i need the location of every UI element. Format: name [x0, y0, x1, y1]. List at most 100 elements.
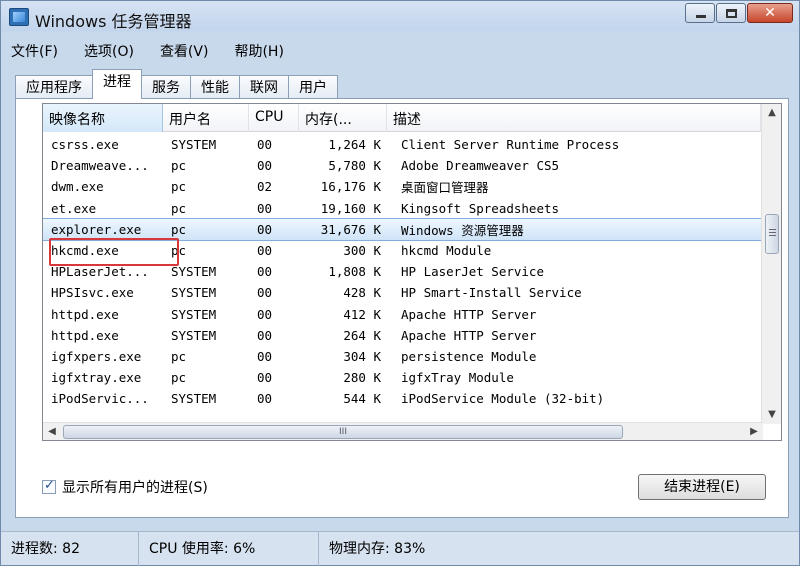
horizontal-scroll-thumb[interactable]: III [63, 425, 623, 439]
cell-description: Kingsoft Spreadsheets [401, 200, 560, 216]
show-all-users-option[interactable]: 显示所有用户的进程(S) [42, 477, 208, 497]
table-row[interactable]: iPodServic... SYSTEM 00 544 K iPodService Mo… [43, 388, 761, 409]
task-manager-window: Windows 任务管理器 ✕ 文件(F) 选项(O) 查看(V) 帮助(H) … [0, 0, 800, 566]
scroll-right-arrow-icon[interactable]: ▶ [745, 423, 763, 440]
maximize-icon [726, 9, 737, 18]
cell-description: igfxTray Module [401, 370, 514, 386]
cell-cpu: 00 [257, 264, 273, 280]
table-row[interactable]: igfxpers.exe pc 00 304 K persistence Module [43, 346, 761, 367]
tab-strip: 应用程序 进程 服务 性能 联网 用户 [15, 69, 338, 99]
cell-user-name: pc [171, 348, 187, 364]
cell-memory: 300 K [343, 243, 381, 259]
cell-description: Apache HTTP Server [401, 306, 537, 322]
task-manager-icon [9, 8, 29, 26]
cell-user-name: SYSTEM [171, 285, 217, 301]
table-row[interactable]: httpd.exe SYSTEM 00 412 K Apache HTTP Server [43, 304, 761, 325]
cell-user-name: SYSTEM [171, 327, 217, 343]
cell-description: persistence Module [401, 348, 537, 364]
cell-user-name: pc [171, 158, 187, 174]
status-cpu-usage: CPU 使用率: 6% [139, 531, 319, 566]
cell-image-name: Dreamweave... [51, 158, 149, 174]
scroll-down-arrow-icon[interactable]: ▼ [762, 406, 781, 424]
minimize-icon [696, 15, 706, 18]
tab-performance[interactable]: 性能 [190, 75, 240, 99]
process-rows: csrss.exe SYSTEM 00 1,264 K Client Server Ru… [43, 134, 762, 409]
cell-cpu: 00 [257, 137, 273, 153]
tab-networking[interactable]: 联网 [239, 75, 289, 99]
menu-options[interactable]: 选项(O) [80, 39, 138, 61]
cell-memory: 16,176 K [320, 179, 381, 195]
cell-cpu: 00 [257, 348, 273, 364]
cell-user-name: pc [171, 221, 187, 237]
status-physical-memory: 物理内存: 83% [329, 540, 426, 557]
table-row[interactable]: dwm.exe pc 02 16,176 K 桌面窗口管理器 [43, 176, 761, 197]
cell-cpu: 00 [257, 327, 273, 343]
cell-description: Windows 资源管理器 [401, 222, 524, 238]
scroll-left-arrow-icon[interactable]: ◀ [43, 423, 61, 440]
table-row[interactable]: HPSIsvc.exe SYSTEM 00 428 K HP Smart-Install… [43, 282, 761, 303]
cell-image-name: httpd.exe [51, 327, 119, 343]
cell-memory: 19,160 K [320, 200, 381, 216]
cell-image-name: et.exe [51, 200, 97, 216]
tab-services[interactable]: 服务 [141, 75, 191, 99]
cell-image-name: dwm.exe [51, 179, 104, 195]
cell-cpu: 00 [257, 200, 273, 216]
cell-cpu: 00 [257, 243, 273, 259]
show-all-users-label: 显示所有用户的进程(S) [62, 480, 208, 496]
cell-user-name: pc [171, 179, 187, 195]
table-row[interactable]: httpd.exe SYSTEM 00 264 K Apache HTTP Server [43, 325, 761, 346]
menu-help[interactable]: 帮助(H) [230, 39, 287, 61]
minimize-button[interactable] [685, 3, 715, 23]
column-description[interactable]: 描述 [387, 104, 761, 132]
cell-image-name: httpd.exe [51, 306, 119, 322]
tab-users[interactable]: 用户 [288, 75, 338, 99]
title-bar[interactable]: Windows 任务管理器 ✕ [1, 1, 799, 35]
process-list[interactable]: 映像名称 用户名 CPU 内存(... 描述 csrss.exe SYSTEM 00… [42, 103, 782, 441]
vertical-scrollbar[interactable]: ▲ ▼ [761, 104, 781, 424]
show-all-users-checkbox[interactable] [42, 478, 56, 494]
cell-user-name: SYSTEM [171, 264, 217, 280]
cell-description: Client Server Runtime Process [401, 137, 620, 153]
cell-memory: 5,780 K [328, 158, 381, 174]
cell-cpu: 00 [257, 158, 273, 174]
cell-image-name: igfxpers.exe [51, 348, 142, 364]
column-user-name[interactable]: 用户名 [163, 104, 249, 132]
maximize-button[interactable] [716, 3, 746, 23]
cell-image-name: HPLaserJet... [51, 264, 149, 280]
vertical-scroll-thumb[interactable] [765, 214, 779, 254]
cell-description: Adobe Dreamweaver CS5 [401, 158, 560, 174]
cell-memory: 31,676 K [320, 221, 381, 237]
status-process-count: 进程数: 82 [1, 531, 139, 566]
cell-description: iPodService Module (32-bit) [401, 391, 605, 407]
close-button[interactable]: ✕ [747, 3, 793, 23]
column-memory[interactable]: 内存(... [299, 104, 387, 132]
column-cpu[interactable]: CPU [249, 104, 299, 132]
horizontal-scrollbar[interactable]: ◀ III ▶ [43, 422, 763, 440]
tab-applications[interactable]: 应用程序 [15, 75, 93, 99]
cell-user-name: SYSTEM [171, 137, 217, 153]
cell-image-name: iPodServic... [51, 391, 149, 407]
table-row[interactable]: igfxtray.exe pc 00 280 K igfxTray Module [43, 367, 761, 388]
table-row[interactable]: et.exe pc 00 19,160 K Kingsoft Spreadsheets [43, 198, 761, 219]
menu-bar: 文件(F) 选项(O) 查看(V) 帮助(H) [7, 39, 288, 61]
cell-image-name: explorer.exe [51, 221, 142, 237]
cell-description: Apache HTTP Server [401, 327, 537, 343]
cell-cpu: 00 [257, 391, 273, 407]
end-process-button[interactable]: 结束进程(E) [638, 474, 766, 500]
table-row[interactable]: Dreamweave... pc 00 5,780 K Adobe Dreamweave… [43, 155, 761, 176]
cell-cpu: 00 [257, 285, 273, 301]
cell-image-name: csrss.exe [51, 137, 119, 153]
table-row[interactable]: csrss.exe SYSTEM 00 1,264 K Client Server Ru… [43, 134, 761, 155]
cell-cpu: 00 [257, 221, 273, 237]
scroll-up-arrow-icon[interactable]: ▲ [762, 104, 781, 122]
menu-view[interactable]: 查看(V) [156, 39, 213, 61]
column-image-name[interactable]: 映像名称 [43, 104, 163, 132]
window-controls: ✕ [685, 3, 793, 23]
cell-memory: 264 K [343, 327, 381, 343]
table-row[interactable]: explorer.exe pc 00 31,676 K Windows 资源管理器 [43, 217, 762, 241]
cell-user-name: SYSTEM [171, 391, 217, 407]
cell-user-name: pc [171, 200, 187, 216]
tab-processes[interactable]: 进程 [92, 69, 142, 99]
cell-user-name: SYSTEM [171, 306, 217, 322]
menu-file[interactable]: 文件(F) [7, 39, 62, 61]
